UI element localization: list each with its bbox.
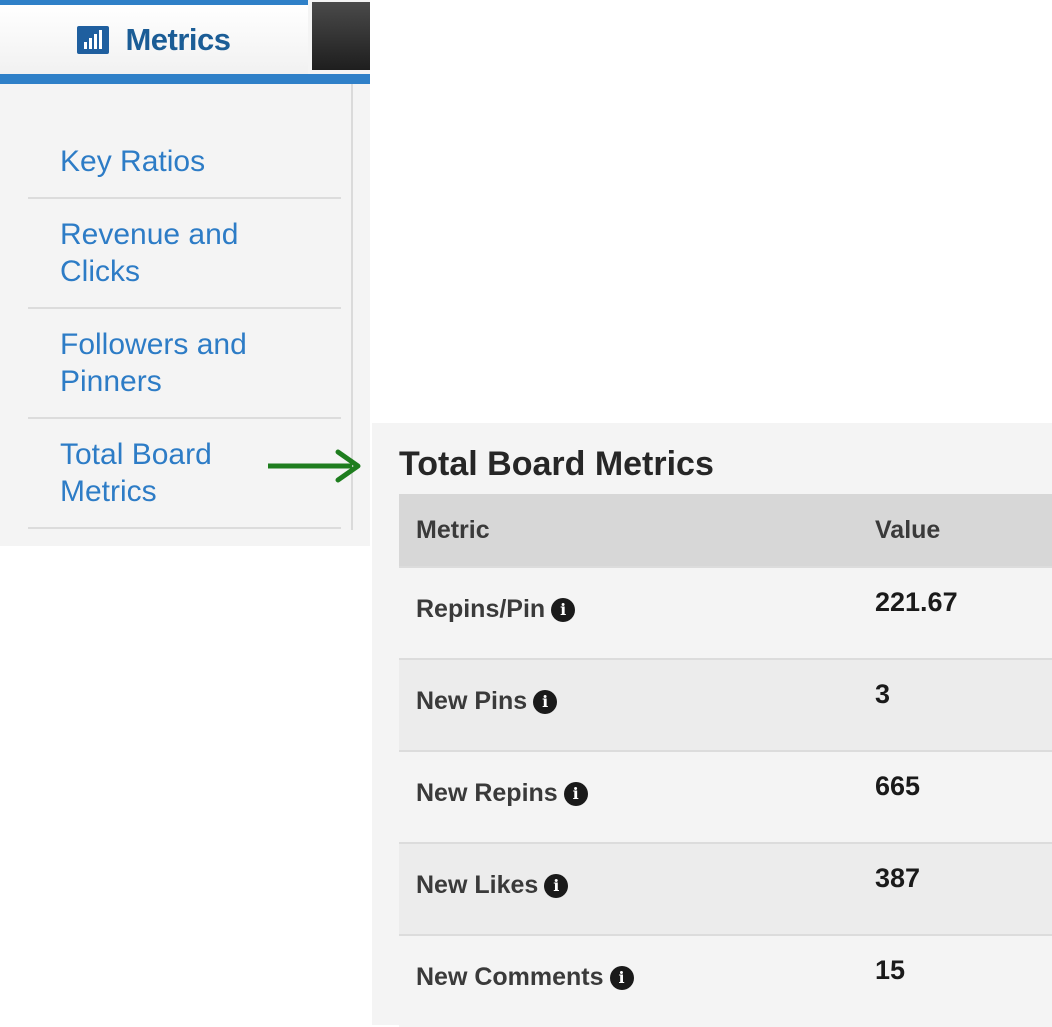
info-icon[interactable]: i: [563, 782, 588, 806]
tab-metrics[interactable]: Metrics: [0, 5, 308, 74]
table-row: New Pins i 3: [399, 658, 1052, 751]
total-board-metrics-panel: Total Board Metrics Metric Value Repins/…: [372, 423, 1052, 1027]
value-cell: 15: [875, 934, 1052, 1027]
metric-name: New Comments: [416, 963, 604, 991]
metric-name: New Pins: [416, 687, 528, 715]
value-cell: 221.67: [875, 566, 1052, 659]
table-row: New Likes i 387: [399, 842, 1052, 935]
tab-metrics-label: Metrics: [125, 21, 231, 57]
dark-tab[interactable]: [312, 2, 370, 70]
sidebar-item-label: Key Ratios: [60, 145, 206, 178]
info-icon[interactable]: i: [533, 690, 558, 714]
metric-cell: New Comments i: [399, 934, 875, 1027]
value-cell: 387: [875, 842, 1052, 935]
sidebar-item-key-ratios[interactable]: Key Ratios: [28, 124, 341, 199]
sidebar-item-label: Followers and: [60, 328, 247, 361]
sidebar-item-label-line2: Clicks: [60, 255, 140, 288]
column-header-value: Value: [875, 494, 1052, 567]
sidebar-item-label: Revenue and: [60, 218, 239, 251]
info-icon[interactable]: i: [544, 874, 569, 898]
panel-title: Total Board Metrics: [399, 445, 714, 483]
metric-cell: New Likes i: [399, 842, 875, 935]
value-cell: 665: [875, 750, 1052, 843]
sidebar-item-followers-and-pinners[interactable]: Followers and Pinners: [28, 309, 341, 419]
metric-name: New Repins: [416, 779, 558, 807]
table-row: New Repins i 665: [399, 750, 1052, 843]
metrics-table: Metric Value Repins/Pin i 221.67 New Pins…: [399, 494, 1052, 1027]
sidebar-item-revenue-and-clicks[interactable]: Revenue and Clicks: [28, 199, 341, 309]
table-header-row: Metric Value: [399, 494, 1052, 567]
metric-cell: New Repins i: [399, 750, 875, 843]
arrow-right-icon: [268, 449, 361, 483]
metric-name: New Likes: [416, 871, 539, 899]
sidebar-item-label-line2: Pinners: [60, 365, 162, 398]
sidebar-bottom-accent: [0, 74, 370, 84]
metric-cell: New Pins i: [399, 658, 875, 751]
metrics-table-wrapper: Metric Value Repins/Pin i 221.67 New Pins…: [399, 494, 1052, 1027]
value-cell: 3: [875, 658, 1052, 751]
bar-chart-icon: [77, 25, 110, 54]
metric-name: Repins/Pin: [416, 595, 546, 623]
column-header-metric: Metric: [399, 494, 875, 567]
info-icon[interactable]: i: [551, 598, 576, 622]
metric-cell: Repins/Pin i: [399, 566, 875, 659]
table-row: Repins/Pin i 221.67: [399, 566, 1052, 659]
info-icon[interactable]: i: [609, 966, 634, 990]
table-row: New Comments i 15: [399, 934, 1052, 1027]
